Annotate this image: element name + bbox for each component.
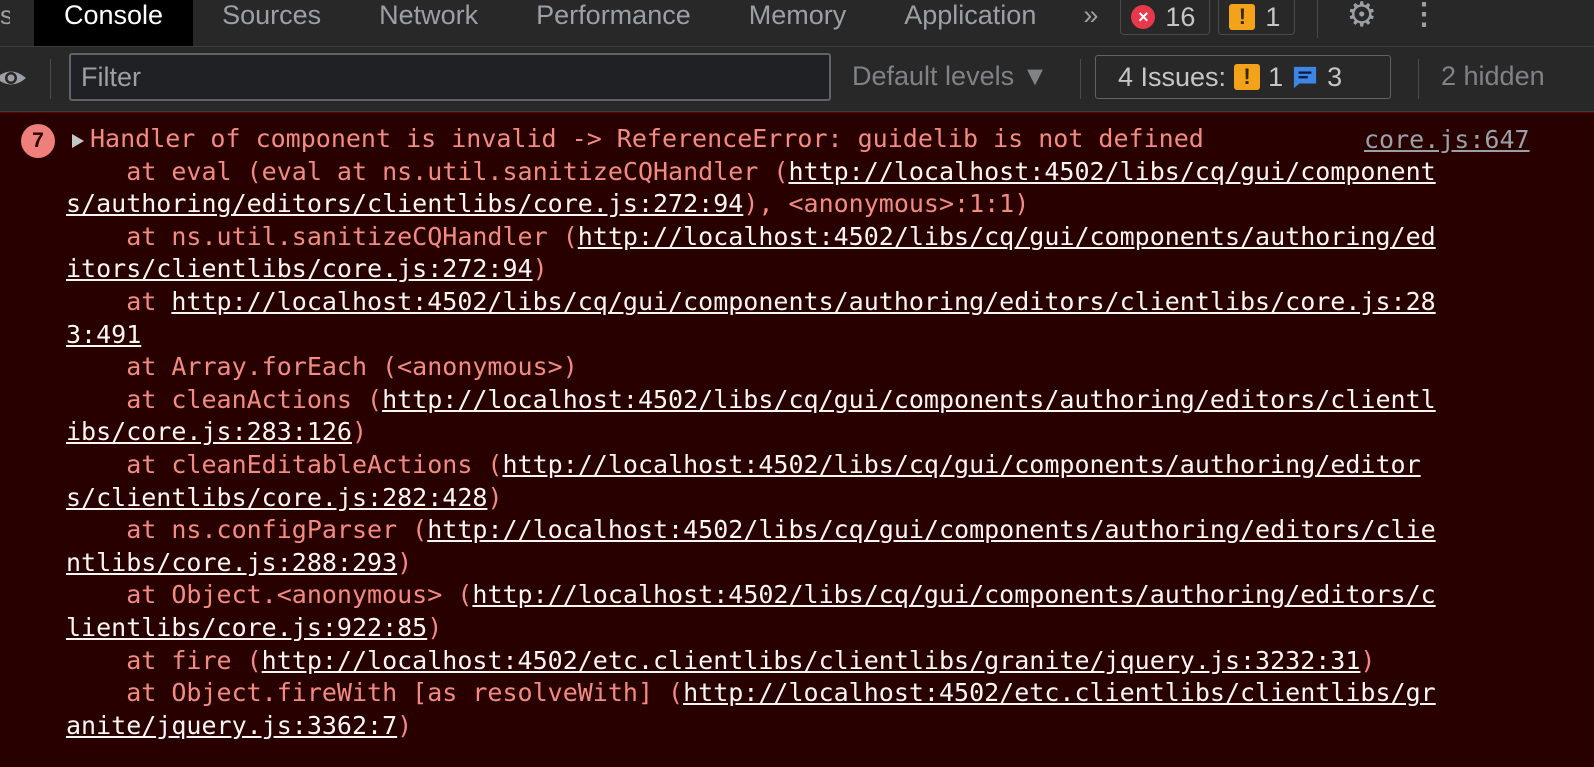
tab-application[interactable]: Application — [875, 0, 1065, 46]
error-icon: × — [1131, 5, 1156, 29]
stack-frame-line: at Array.forEach (<anonymous>) — [66, 351, 1550, 384]
tab-sources[interactable]: Sources — [193, 0, 350, 46]
warning-counter-button[interactable]: ! 1 — [1218, 0, 1296, 35]
gear-icon[interactable]: ⚙ — [1332, 0, 1390, 46]
stack-frame-text: ) — [397, 710, 413, 740]
stack-frame-text: ) — [532, 254, 548, 284]
stack-frame-link[interactable]: anite/jquery.js:3362:7 — [66, 711, 397, 740]
issues-info-count: 3 — [1327, 61, 1343, 92]
stack-frame-link[interactable]: http://localhost:4502/libs/cq/gui/compon… — [171, 287, 1435, 316]
stack-frame-link[interactable]: http://localhost:4502/libs/cq/gui/compon… — [427, 515, 1435, 544]
tab-network[interactable]: Network — [350, 0, 507, 46]
stack-frame-link[interactable]: http://localhost:4502/libs/cq/gui/compon… — [578, 222, 1436, 251]
stack-frame-text: ), <anonymous>:1:1) — [743, 189, 1030, 219]
filter-divider — [50, 59, 51, 99]
stack-frame-line: at eval (eval at ns.util.sanitizeCQHandl… — [66, 156, 1550, 189]
warning-icon: ! — [1229, 4, 1256, 30]
devtools-tab-bar: s Console Sources Network Performance Me… — [0, 0, 1594, 47]
stack-frame-link[interactable]: http://localhost:4502/etc.clientlibs/cli… — [683, 678, 1436, 707]
error-message: Handler of component is invalid -> Refer… — [66, 123, 1550, 742]
stack-frame-link[interactable]: s/clientlibs/core.js:282:428 — [66, 483, 487, 512]
stack-frame-text: ) — [351, 417, 368, 447]
stack-frame-line: 3:491 — [66, 319, 1550, 352]
info-message-icon — [1294, 66, 1317, 89]
stack-frame-link[interactable]: ibs/core.js:283:126 — [66, 417, 352, 446]
stack-frame-text: at fire ( — [66, 645, 262, 675]
error-text: Handler of component is invalid -> Refer… — [66, 123, 1550, 156]
eye-icon[interactable] — [0, 63, 26, 93]
toolbar-divider — [1317, 0, 1319, 38]
stack-frame-text: Handler of component is invalid -> Refer… — [90, 124, 1204, 153]
stack-frame-line: at cleanEditableActions (http://localhos… — [66, 449, 1550, 482]
filter-divider — [1080, 59, 1081, 99]
stack-frame-text: at ns.util.sanitizeCQHandler ( — [66, 221, 578, 251]
stack-frame-text: at cleanEditableActions ( — [66, 449, 503, 479]
console-filter-bar: Default levels ▼ 4 Issues: ! 1 3 2 hidde… — [0, 47, 1594, 112]
tab-edge-fragment: s — [0, 0, 10, 30]
stack-frame-link[interactable]: http://localhost:4502/libs/cq/gui/compon… — [472, 580, 1435, 609]
console-messages: 7 core.js:647 Handler of component is in… — [0, 112, 1594, 767]
filter-input[interactable] — [69, 53, 831, 101]
stack-frame-link[interactable]: http://localhost:4502/libs/cq/gui/compon… — [382, 385, 1436, 414]
stack-frame-text: at Array.forEach (<anonymous>) — [66, 352, 578, 382]
stack-frame-line: at fire (http://localhost:4502/etc.clien… — [66, 645, 1550, 678]
more-tabs-button[interactable]: » — [1065, 0, 1120, 46]
stack-frame-text: at Object.fireWith [as resolveWith] ( — [66, 678, 684, 708]
stack-frame-link[interactable]: http://localhost:4502/etc.clientlibs/cli… — [262, 646, 1361, 675]
log-levels-dropdown[interactable]: Default levels ▼ — [852, 61, 1048, 92]
more-options-icon[interactable]: ⋮ — [1391, 0, 1457, 46]
stack-frame-text: ) — [487, 482, 503, 512]
stack-frame-text: ) — [397, 547, 413, 577]
stack-frame-text: ) — [427, 612, 443, 642]
stack-frame-line: lientlibs/core.js:922:85) — [66, 612, 1550, 645]
stack-frame-text: at ns.configParser ( — [66, 515, 428, 545]
issues-warning-count: 1 — [1268, 61, 1284, 92]
stack-frame-link[interactable]: s/authoring/editors/clientlibs/core.js:2… — [66, 189, 743, 218]
error-counter-button[interactable]: × 16 — [1120, 0, 1211, 35]
tab-console[interactable]: Console — [34, 0, 194, 46]
stack-frame-text: at eval (eval at ns.util.sanitizeCQHandl… — [66, 156, 789, 186]
stack-frame-link[interactable]: itors/clientlibs/core.js:272:94 — [66, 254, 533, 283]
issues-label: 4 Issues: — [1118, 61, 1227, 92]
hidden-messages-count: 2 hidden — [1441, 61, 1545, 91]
warning-count: 1 — [1265, 1, 1281, 32]
error-count: 16 — [1165, 1, 1196, 32]
stack-frame-text: ) — [1360, 645, 1376, 675]
stack-frame-text: at cleanActions ( — [66, 384, 383, 414]
stack-frame-link[interactable]: lientlibs/core.js:922:85 — [66, 613, 427, 642]
stack-frame-line: at Object.fireWith [as resolveWith] (htt… — [66, 677, 1550, 710]
stack-frame-link[interactable]: ntlibs/core.js:288:293 — [66, 548, 397, 577]
stack-frame-line: at ns.configParser (http://localhost:450… — [66, 514, 1550, 547]
repeat-count-badge: 7 — [21, 124, 55, 158]
issues-button[interactable]: 4 Issues: ! 1 3 — [1095, 55, 1391, 99]
stack-frame-text: at Object.<anonymous> ( — [66, 580, 473, 610]
stack-frame-line: ntlibs/core.js:288:293) — [66, 547, 1550, 580]
stack-frame-line: at cleanActions (http://localhost:4502/l… — [66, 384, 1550, 417]
stack-frame-link[interactable]: 3:491 — [66, 320, 141, 349]
stack-frame-link[interactable]: http://localhost:4502/libs/cq/gui/compon… — [503, 450, 1421, 479]
filter-divider — [1418, 59, 1419, 99]
stack-frame-line: at Object.<anonymous> (http://localhost:… — [66, 579, 1550, 612]
stack-frame-line: s/clientlibs/core.js:282:428) — [66, 482, 1550, 515]
tab-memory[interactable]: Memory — [720, 0, 876, 46]
stack-frame-line: at ns.util.sanitizeCQHandler (http://loc… — [66, 221, 1550, 254]
stack-frame-line: itors/clientlibs/core.js:272:94) — [66, 253, 1550, 286]
tab-performance[interactable]: Performance — [507, 0, 720, 46]
stack-frame-line: ibs/core.js:283:126) — [66, 416, 1550, 449]
stack-frame-line: at http://localhost:4502/libs/cq/gui/com… — [66, 286, 1550, 319]
stack-frame-link[interactable]: http://localhost:4502/libs/cq/gui/compon… — [788, 157, 1435, 186]
stack-frame-text: at — [66, 286, 172, 316]
stack-frame-line: s/authoring/editors/clientlibs/core.js:2… — [66, 188, 1550, 221]
warning-icon: ! — [1234, 64, 1261, 90]
stack-frame-line: anite/jquery.js:3362:7) — [66, 710, 1550, 743]
